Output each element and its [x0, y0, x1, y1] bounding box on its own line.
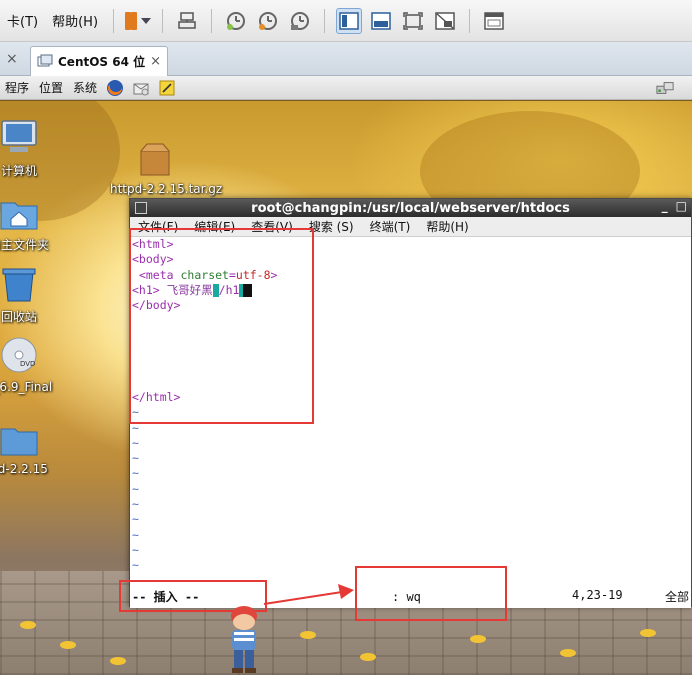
leaf [110, 657, 126, 665]
thumbnail-button[interactable] [481, 8, 507, 34]
leaf [470, 635, 486, 643]
unity-button[interactable] [432, 8, 458, 34]
home-folder-icon [0, 202, 38, 230]
leaf [560, 649, 576, 657]
toolbar-separator [162, 8, 164, 33]
revert-snapshot-button[interactable] [255, 8, 281, 34]
cartoon-figure [231, 606, 257, 673]
pause-button[interactable] [125, 8, 152, 34]
quick-switch-button[interactable] [368, 8, 394, 34]
chevron-down-icon [141, 17, 152, 24]
tilde-line: ~ [132, 466, 139, 481]
tilde-line: ~ [132, 481, 139, 496]
computer-icon [1, 120, 37, 152]
host-toolbar: 卡(T) 帮助(H) [0, 0, 692, 42]
archive-icon [140, 143, 170, 176]
desktop-icon-label: 回收站 [0, 310, 37, 324]
tilde-line: ~ [132, 527, 139, 542]
folder-icon [0, 428, 38, 456]
toolbar-separator [324, 8, 326, 33]
terminal-titlebar[interactable]: root@changpin:/usr/local/webserver/htdoc… [130, 199, 691, 217]
console-view-icon [339, 11, 359, 30]
network-icon [656, 81, 674, 94]
pause-icon [125, 11, 138, 30]
window-controls: _ □ [662, 199, 687, 213]
leaf [360, 653, 376, 661]
mail-launcher[interactable] [132, 79, 150, 97]
window-menu-icon[interactable] [135, 202, 147, 214]
toolbar-separator [469, 8, 471, 33]
mail-icon [133, 83, 149, 95]
leaf [20, 621, 36, 629]
desktop-icon-dvd[interactable]: DVD S_6.9_Final [0, 335, 64, 394]
menu-help[interactable]: 帮助(H) [45, 11, 105, 30]
cursor-position: 4,23-19 [572, 588, 623, 602]
host-menu: 卡(T) 帮助(H) [0, 11, 105, 30]
tab-title: CentOS 64 位 [58, 55, 146, 69]
snapshot-manager-icon [291, 11, 310, 30]
maximize-icon[interactable]: □ [676, 199, 687, 213]
leaf [640, 629, 656, 637]
toolbar-separator [113, 8, 115, 33]
take-snapshot-button[interactable] [223, 8, 249, 34]
terminal-menu-terminal[interactable]: 终端(T) [362, 218, 419, 235]
desktop-icon-label: S_6.9_Final [0, 380, 53, 394]
notes-icon [159, 80, 175, 95]
desktop-icon-label: httpd-2.2.15.tar.gz [110, 182, 223, 196]
desktop-icon-folder[interactable]: pd-2.2.15 [0, 423, 64, 476]
leaf [60, 641, 76, 649]
terminal-title: root@changpin:/usr/local/webserver/htdoc… [251, 200, 570, 216]
notes-launcher[interactable] [158, 79, 176, 97]
snapshot-restore-icon [259, 11, 278, 30]
send-keys-icon [178, 11, 196, 29]
svg-text:DVD: DVD [20, 360, 35, 368]
annotation-command-box [355, 566, 507, 621]
desktop-icon-label: 的主文件夹 [0, 238, 49, 252]
menu-card[interactable]: 卡(T) [0, 11, 45, 30]
desktop-icon-label: pd-2.2.15 [0, 462, 48, 476]
panel-menu-system[interactable]: 系统 [68, 79, 102, 96]
panel-menu-places[interactable]: 位置 [34, 79, 68, 96]
quick-switch-icon [371, 11, 391, 30]
panel-menu-applications[interactable]: 程序 [0, 79, 34, 96]
minimize-icon[interactable]: _ [662, 199, 668, 213]
leaf [300, 631, 316, 639]
gnome-top-panel: 程序 位置 系统 [0, 76, 692, 100]
unity-icon [435, 11, 455, 30]
scroll-scope: 全部 [665, 590, 690, 604]
annotation-code-box [129, 228, 314, 424]
vm-tab-icon [37, 54, 53, 66]
desktop-icon-computer[interactable]: 计算机 [0, 119, 64, 179]
trash-icon [2, 268, 36, 302]
desktop-icon-home[interactable]: 的主文件夹 [0, 197, 64, 253]
desktop-icon-label: 计算机 [0, 164, 37, 178]
firefox-icon [107, 79, 124, 96]
tab-centos[interactable]: CentOS 64 位 × [30, 46, 168, 76]
tilde-line: ~ [132, 512, 139, 527]
tilde-line: ~ [132, 451, 139, 466]
dvd-icon: DVD [1, 337, 37, 373]
network-status[interactable] [656, 79, 674, 97]
toolbar-separator [211, 8, 213, 33]
send-ctrl-alt-del-button[interactable] [174, 8, 200, 34]
fullscreen-icon [403, 11, 423, 30]
tilde-line: ~ [132, 435, 139, 450]
tilde-line: ~ [132, 497, 139, 512]
firefox-launcher[interactable] [106, 79, 124, 97]
desktop-icon-trash[interactable]: 回收站 [0, 265, 64, 325]
thumbnail-icon [484, 11, 504, 30]
tilde-line: ~ [132, 542, 139, 557]
annotation-arrow [263, 584, 354, 605]
snapshot-icon [227, 11, 246, 30]
desktop-icon-tarball[interactable]: httpd-2.2.15.tar.gz [110, 141, 223, 196]
close-icon[interactable]: × [6, 51, 18, 67]
terminal-menu-help[interactable]: 帮助(H) [418, 218, 476, 235]
vm-tab-strip: × CentOS 64 位 × [0, 42, 692, 76]
console-view-button[interactable] [336, 7, 363, 34]
close-icon[interactable]: × [150, 54, 161, 69]
fullscreen-button[interactable] [400, 8, 426, 34]
snapshot-manager-button[interactable] [287, 8, 313, 34]
